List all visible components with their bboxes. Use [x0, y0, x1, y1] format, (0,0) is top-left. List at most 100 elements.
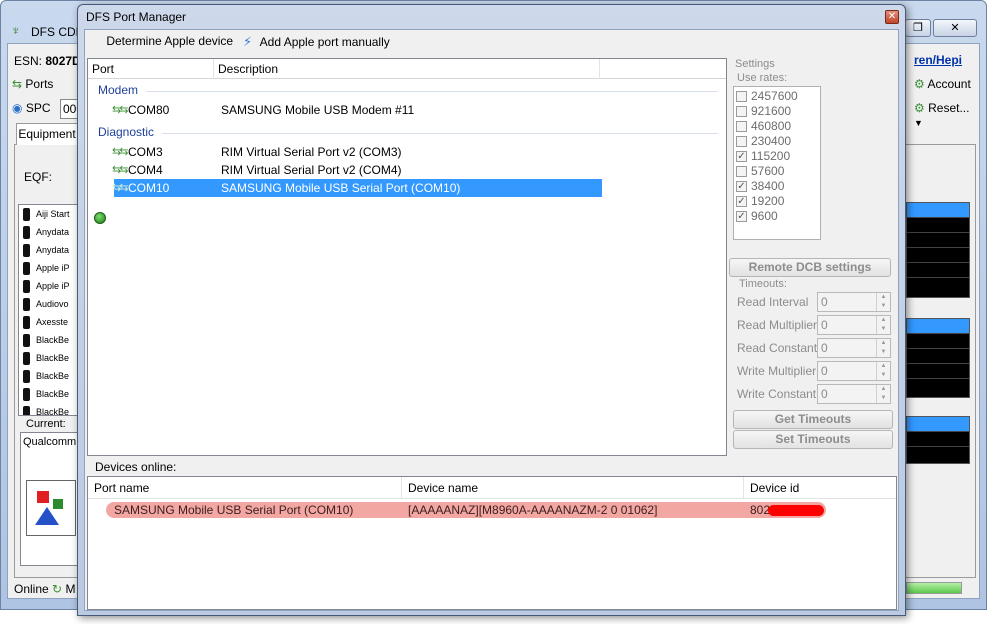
checkbox-checked-icon: ✓: [736, 196, 747, 208]
checkbox-checked-icon: ✓: [736, 211, 747, 223]
devices-list[interactable]: Port name Device name Device id SAMSUNG …: [87, 476, 897, 610]
group-diagnostic: Diagnostic: [98, 125, 155, 139]
phone-icon: [23, 262, 30, 276]
tab-equipment[interactable]: Equipment: [16, 123, 78, 145]
rate-checkbox[interactable]: ✓ 9600: [736, 209, 778, 224]
esn-label: ESN:: [14, 54, 43, 68]
column-port[interactable]: Port: [88, 59, 214, 79]
usb-icon: ⇆⇆: [112, 104, 129, 116]
timeout-input[interactable]: 0 ▲ ▼: [817, 384, 891, 404]
port-name: COM4: [128, 163, 163, 177]
timeout-value: 0: [821, 318, 828, 332]
equipment-label: Apple iP: [36, 281, 70, 291]
port-row[interactable]: ⇆⇆ COM80 SAMSUNG Mobile USB Modem #11: [88, 101, 602, 119]
redaction-mark: [768, 505, 824, 516]
close-icon[interactable]: ✕: [933, 19, 977, 37]
reset-label: Reset...: [928, 101, 970, 115]
equipment-label: Axesste: [36, 317, 69, 327]
rate-checkbox[interactable]: ✓ 115200: [736, 149, 790, 164]
timeout-input[interactable]: 0 ▲ ▼: [817, 292, 891, 312]
rate-checkbox[interactable]: ✓ 38400: [736, 179, 784, 194]
rates-list[interactable]: 2457600 921600 460800 230400 ✓ 115200 576…: [733, 86, 821, 240]
restore-icon[interactable]: ❐: [905, 19, 931, 37]
timeout-input[interactable]: 0 ▲ ▼: [817, 338, 891, 358]
rate-checkbox[interactable]: 57600: [736, 164, 784, 179]
ports-button[interactable]: ⇆ Ports: [12, 77, 53, 91]
port-name: COM10: [128, 181, 170, 195]
equipment-label: BlackBe: [36, 389, 70, 399]
column-description[interactable]: Description: [214, 59, 600, 79]
determine-apple-device-button[interactable]: Determine Apple device: [89, 34, 233, 48]
rate-checkbox[interactable]: ✓ 19200: [736, 194, 784, 209]
checkbox-icon: [736, 136, 747, 148]
status-suffix: M: [65, 582, 76, 596]
phone-icon: [23, 208, 30, 222]
port-list[interactable]: Port Description Modem ⇆⇆ COM80 SAMSUNG …: [87, 58, 727, 456]
spin-arrows-icon[interactable]: ▲ ▼: [876, 339, 890, 357]
port-description: RIM Virtual Serial Port v2 (COM3): [221, 145, 402, 159]
active-port-indicator-icon: [94, 212, 106, 224]
timeout-read-constant: Read Constant: 0 ▲ ▼: [737, 338, 893, 358]
equipment-list-item[interactable]: BlackBe: [19, 403, 81, 416]
rate-checkbox[interactable]: 230400: [736, 134, 791, 149]
column-port-name[interactable]: Port name: [88, 477, 402, 499]
spin-arrows-icon[interactable]: ▲ ▼: [876, 293, 890, 311]
port-row-selected[interactable]: ⇆⇆ COM10 SAMSUNG Mobile USB Serial Port …: [112, 179, 602, 197]
equipment-list-item[interactable]: BlackBe: [19, 385, 81, 403]
close-icon[interactable]: ✕: [885, 10, 899, 24]
rate-label: 230400: [751, 134, 792, 148]
rate-checkbox[interactable]: 921600: [736, 104, 791, 119]
spin-arrows-icon[interactable]: ▲ ▼: [876, 362, 890, 380]
rate-checkbox[interactable]: 2457600: [736, 89, 798, 104]
equipment-list-item[interactable]: Apple iP: [19, 259, 81, 277]
timeout-input[interactable]: 0 ▲ ▼: [817, 361, 891, 381]
port-name: COM80: [128, 103, 170, 117]
equipment-list-item[interactable]: Aiji Start: [19, 205, 81, 223]
device-row[interactable]: SAMSUNG Mobile USB Serial Port (COM10) […: [106, 502, 826, 518]
dark-panel-1: [906, 202, 970, 298]
equipment-list[interactable]: Aiji Start Anydata Anydata Apple iP Apple iP…: [18, 204, 82, 416]
timeout-label: Read Interval: [737, 295, 809, 309]
phone-icon: [23, 406, 30, 415]
port-row[interactable]: ⇆⇆ COM4 RIM Virtual Serial Port v2 (COM4…: [88, 161, 602, 179]
equipment-list-item[interactable]: Anydata: [19, 223, 81, 241]
devices-list-header: Port name Device name Device id: [88, 477, 896, 499]
rate-checkbox[interactable]: 460800: [736, 119, 791, 134]
column-device-name[interactable]: Device name: [402, 477, 744, 499]
equipment-list-item[interactable]: Anydata: [19, 241, 81, 259]
reset-button[interactable]: ⚙ Reset... ▼: [914, 101, 979, 129]
equipment-label: BlackBe: [36, 407, 70, 416]
equipment-list-item[interactable]: BlackBe: [19, 331, 81, 349]
device-logo: [26, 480, 76, 536]
set-timeouts-button[interactable]: Set Timeouts: [733, 430, 893, 449]
device-name: [AAAAANAZ][M8960A-AAAANAZM-2 0 01062]: [408, 503, 658, 517]
group-divider: [146, 91, 718, 92]
timeout-label: Write Constant:: [737, 387, 820, 401]
header-link[interactable]: ren/Hepi: [914, 53, 962, 67]
account-button[interactable]: ⚙ Account: [914, 77, 971, 91]
ports-label: Ports: [25, 77, 54, 91]
column-device-id[interactable]: Device id: [744, 477, 896, 499]
phone-icon: [23, 352, 30, 366]
timeout-input[interactable]: 0 ▲ ▼: [817, 315, 891, 335]
equipment-list-item[interactable]: Audiovo: [19, 295, 81, 313]
port-row[interactable]: ⇆⇆ COM3 RIM Virtual Serial Port v2 (COM3…: [88, 143, 602, 161]
equipment-list-item[interactable]: Apple iP: [19, 277, 81, 295]
equipment-list-item[interactable]: BlackBe: [19, 367, 81, 385]
spc-button[interactable]: ◉ SPC: [12, 101, 51, 115]
add-apple-port-button[interactable]: ⚡ Add Apple port manually: [243, 34, 390, 50]
equipment-list-item[interactable]: BlackBe: [19, 349, 81, 367]
refresh-icon: ↻: [52, 582, 63, 596]
usb-icon: ⇆⇆: [112, 146, 129, 158]
rate-label: 57600: [751, 164, 785, 178]
checkbox-icon: [736, 106, 747, 118]
remote-dcb-settings-button[interactable]: Remote DCB settings: [729, 258, 891, 277]
equipment-list-item[interactable]: Axesste: [19, 313, 81, 331]
spin-arrows-icon[interactable]: ▲ ▼: [876, 385, 890, 403]
dark-panel-2: [906, 318, 970, 398]
get-timeouts-button[interactable]: Get Timeouts: [733, 410, 893, 429]
spin-arrows-icon[interactable]: ▲ ▼: [876, 316, 890, 334]
checkbox-icon: [736, 121, 747, 133]
add-apple-port-label: Add Apple port manually: [259, 35, 390, 49]
checkbox-icon: [736, 166, 747, 178]
